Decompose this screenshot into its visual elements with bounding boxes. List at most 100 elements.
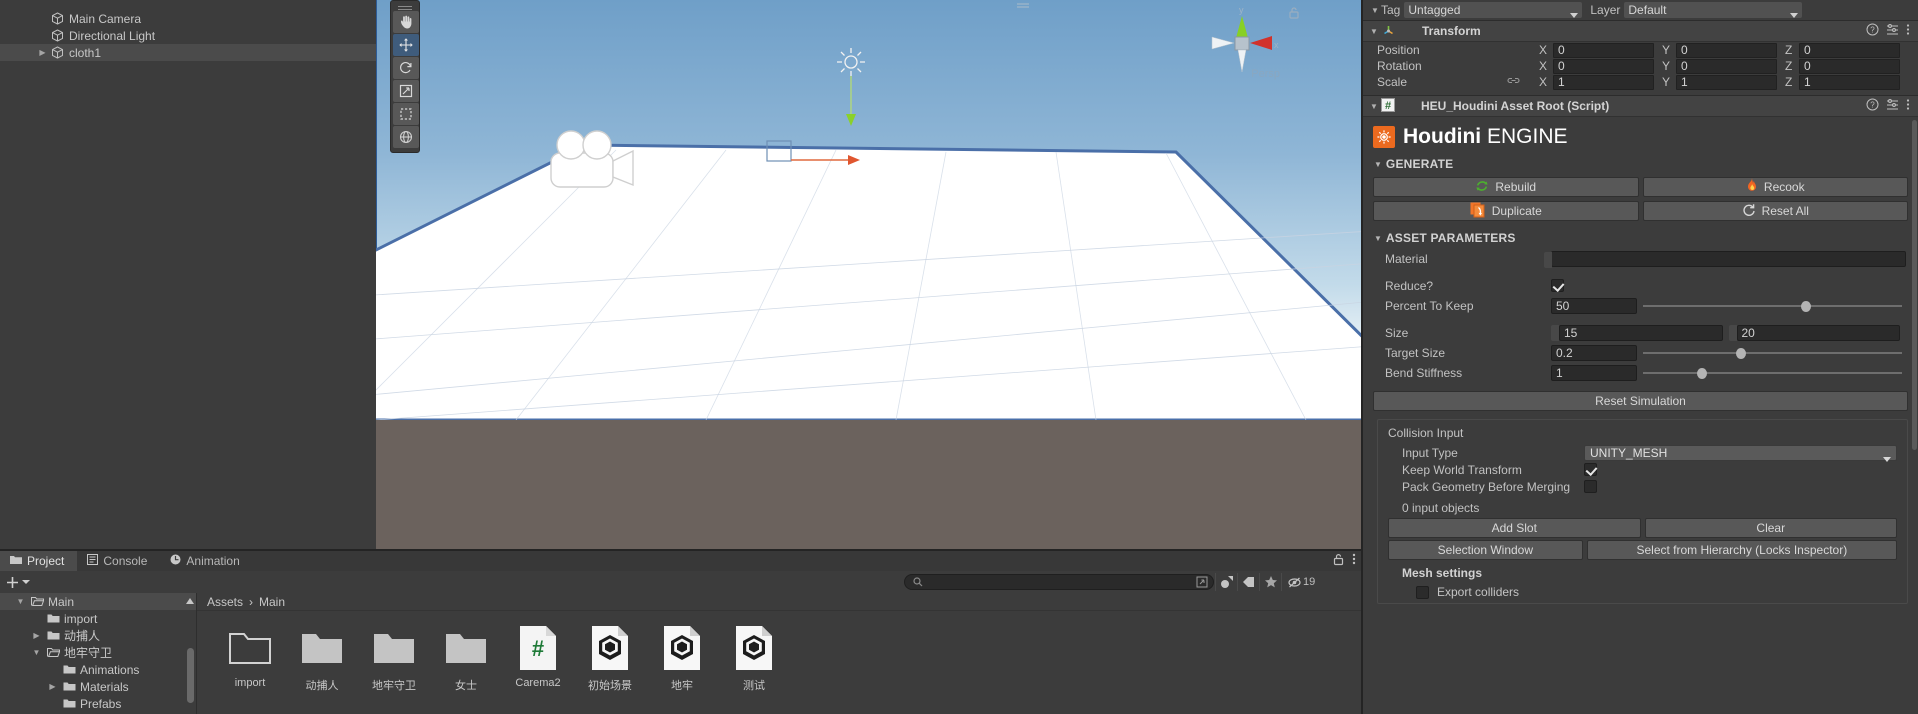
- breadcrumb-assets[interactable]: Assets: [207, 595, 243, 609]
- asset-item-4[interactable]: # Carema2: [507, 625, 569, 693]
- lock-icon[interactable]: [1333, 553, 1344, 569]
- reset-simulation-button[interactable]: Reset Simulation: [1373, 391, 1908, 411]
- asset-item-2[interactable]: 地牢守卫: [363, 625, 425, 693]
- asset-parameters-section-header[interactable]: ▼ ASSET PARAMETERS: [1363, 229, 1918, 247]
- asset-item-5[interactable]: 初始场景: [579, 625, 641, 693]
- asset-item-7[interactable]: 测试: [723, 625, 785, 693]
- asset-item-1[interactable]: 动捕人: [291, 625, 353, 693]
- rotate-tool-button[interactable]: [393, 57, 419, 79]
- object-picker-icon[interactable]: [1544, 251, 1552, 268]
- filter-favorites-icon[interactable]: [1259, 573, 1281, 591]
- rebuild-button[interactable]: Rebuild: [1373, 177, 1639, 197]
- horizontal-splitter[interactable]: [0, 549, 1362, 550]
- hierarchy-item-1[interactable]: ▶Main Camera: [0, 10, 376, 27]
- move-tool-button[interactable]: [393, 34, 419, 56]
- transform-tool-button[interactable]: [393, 126, 419, 148]
- layer-dropdown[interactable]: Default: [1624, 2, 1803, 18]
- hierarchy-item-2[interactable]: ▶Directional Light: [0, 27, 376, 44]
- breadcrumb-main[interactable]: Main: [259, 595, 285, 609]
- keep-world-transform-checkbox[interactable]: [1584, 463, 1597, 476]
- transform-component-header[interactable]: ▼ Transform ?: [1363, 20, 1918, 42]
- add-slot-button[interactable]: Add Slot: [1388, 518, 1641, 538]
- position-y-field[interactable]: 0: [1676, 42, 1777, 58]
- scene-tool-column[interactable]: [390, 0, 420, 153]
- selection-window-button[interactable]: Selection Window: [1388, 540, 1583, 560]
- tree-item-6[interactable]: Prefabs: [0, 695, 196, 712]
- tree-item-1[interactable]: import: [0, 610, 196, 627]
- filter-by-label-icon[interactable]: [1237, 573, 1259, 591]
- search-box[interactable]: [904, 574, 1214, 590]
- input-type-dropdown[interactable]: UNITY_MESH: [1584, 444, 1897, 462]
- tab-console[interactable]: Console: [77, 551, 160, 571]
- houdini-component-header[interactable]: ▼ # HEU_Houdini Asset Root (Script) ?: [1363, 95, 1918, 117]
- tool-grip-handle[interactable]: [391, 3, 419, 10]
- scale-tool-button[interactable]: [393, 80, 419, 102]
- asset-item-6[interactable]: 地牢: [651, 625, 713, 693]
- collapse-triangle-icon[interactable]: ▼: [1367, 27, 1381, 36]
- scale-y-field[interactable]: 1: [1676, 74, 1777, 90]
- scale-z-field[interactable]: 1: [1799, 74, 1900, 90]
- search-expand-icon[interactable]: [1196, 576, 1208, 591]
- tag-dropdown[interactable]: Untagged: [1404, 2, 1583, 18]
- scale-x-field[interactable]: 1: [1553, 74, 1654, 90]
- scene-projection-label[interactable]: Persp: [1251, 68, 1280, 80]
- help-icon[interactable]: ?: [1866, 98, 1879, 114]
- param-value-field[interactable]: 1: [1551, 364, 1637, 381]
- inspector-scrollbar[interactable]: [1912, 120, 1917, 450]
- tab-animation[interactable]: Animation: [160, 551, 252, 571]
- size-picker-b[interactable]: [1728, 324, 1737, 341]
- rotation-z-field[interactable]: 0: [1799, 58, 1900, 74]
- asset-item-3[interactable]: 女士: [435, 625, 497, 693]
- export-colliders-checkbox[interactable]: [1416, 585, 1429, 599]
- pack-geometry-checkbox[interactable]: [1584, 480, 1597, 493]
- rect-tool-button[interactable]: [393, 103, 419, 125]
- tree-item-2[interactable]: ▶ 动捕人: [0, 627, 196, 644]
- select-from-hierarchy-button[interactable]: Select from Hierarchy (Locks Inspector): [1586, 540, 1897, 560]
- param-slider[interactable]: [1643, 365, 1902, 381]
- material-object-field[interactable]: [1544, 250, 1906, 268]
- scroll-up-arrow[interactable]: [186, 594, 194, 608]
- collapse-triangle-icon[interactable]: ▼: [1367, 102, 1381, 111]
- collapse-triangle-icon[interactable]: ▼: [14, 593, 27, 610]
- param-slider[interactable]: [1643, 298, 1902, 314]
- size-picker-a[interactable]: [1551, 324, 1559, 341]
- kebab-menu-icon[interactable]: [1906, 23, 1910, 39]
- generate-section-header[interactable]: ▼ GENERATE: [1363, 155, 1918, 173]
- param-slider[interactable]: [1643, 345, 1902, 361]
- slider-knob[interactable]: [1697, 367, 1708, 379]
- asset-item-0[interactable]: import: [219, 625, 281, 693]
- param-value-field[interactable]: 50: [1551, 297, 1637, 314]
- recook-button[interactable]: Recook: [1642, 177, 1908, 197]
- preset-icon[interactable]: [1886, 98, 1899, 114]
- prefab-expand-triangle-icon[interactable]: ▼: [1369, 6, 1381, 15]
- expand-triangle-icon[interactable]: ▶: [30, 627, 43, 644]
- filter-by-type-icon[interactable]: [1215, 573, 1237, 591]
- tree-scrollbar[interactable]: [186, 593, 194, 714]
- scene-view[interactable]: y x Persp: [376, 0, 1362, 550]
- param-value-field[interactable]: 0.2: [1551, 344, 1637, 361]
- slider-knob[interactable]: [1736, 347, 1747, 359]
- scene-menu-handle[interactable]: [1014, 0, 1032, 15]
- scale-link-icon[interactable]: [1507, 75, 1520, 89]
- help-icon[interactable]: ?: [1866, 23, 1879, 39]
- reduce-checkbox[interactable]: [1551, 279, 1564, 292]
- scene-lock-icon[interactable]: [1288, 6, 1300, 23]
- create-asset-button[interactable]: [0, 576, 30, 589]
- size-field-b[interactable]: 20: [1736, 324, 1900, 341]
- hierarchy-item-3[interactable]: ▶ cloth1: [0, 44, 376, 61]
- tree-item-3[interactable]: ▼ 地牢守卫: [0, 644, 196, 661]
- position-z-field[interactable]: 0: [1799, 42, 1900, 58]
- expand-triangle-icon[interactable]: ▶: [46, 678, 59, 695]
- expand-triangle-icon[interactable]: ▶: [36, 44, 49, 61]
- tree-scrollbar-thumb[interactable]: [187, 648, 194, 703]
- preset-icon[interactable]: [1886, 23, 1899, 39]
- hand-tool-button[interactable]: [393, 11, 419, 33]
- kebab-menu-icon[interactable]: [1906, 98, 1910, 114]
- vertical-splitter[interactable]: [1361, 0, 1362, 714]
- project-search[interactable]: [904, 574, 1214, 590]
- tree-item-4[interactable]: Animations: [0, 661, 196, 678]
- tab-project[interactable]: Project: [0, 551, 78, 571]
- reset-all-button[interactable]: Reset All: [1642, 201, 1908, 221]
- slider-knob[interactable]: [1800, 300, 1811, 312]
- tree-item-5[interactable]: ▶ Materials: [0, 678, 196, 695]
